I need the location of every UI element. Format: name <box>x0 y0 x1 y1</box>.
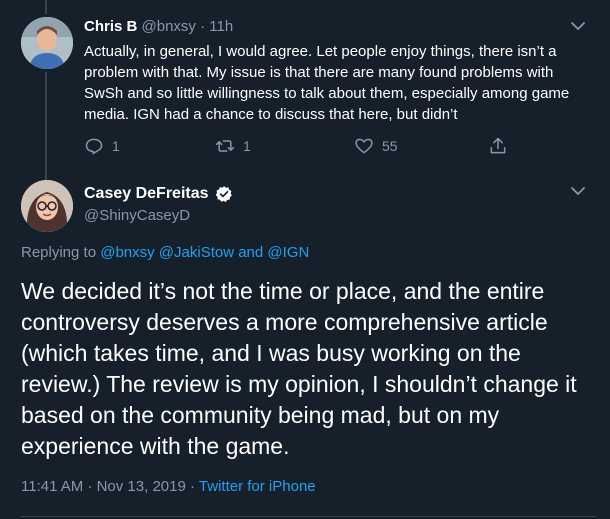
tweet1-header: Chris B @bnxsy · 11h <box>84 17 233 37</box>
tweet2-author-name[interactable]: Casey DeFreitas <box>84 184 209 204</box>
chevron-down-icon[interactable] <box>569 17 587 35</box>
thread-line-top <box>45 0 47 14</box>
retweet-count: 1 <box>243 138 251 154</box>
replying-to-and: and <box>238 244 264 261</box>
reply-icon <box>85 138 103 155</box>
tweet2-timestamp[interactable]: 11:41 AM · Nov 13, 2019 · <box>21 478 195 495</box>
reply-button[interactable]: 1 <box>84 136 120 156</box>
tweet1-author-name[interactable]: Chris B <box>84 18 137 35</box>
avatar-chris-b[interactable] <box>21 17 73 69</box>
tweet1-text: Actually, in general, I would agree. Let… <box>84 43 570 123</box>
divider <box>21 516 596 517</box>
reply-count: 1 <box>112 138 120 154</box>
like-button[interactable]: 55 <box>354 136 398 156</box>
tweet2-meta: 11:41 AM · Nov 13, 2019 · Twitter for iP… <box>21 477 316 497</box>
replying-to-line: Replying to @bnxsy @JakiStow and @IGN <box>21 243 309 263</box>
retweet-button[interactable]: 1 <box>215 136 251 156</box>
tweet1-time[interactable]: 11h <box>209 18 233 35</box>
share-button[interactable] <box>488 136 508 156</box>
tweet1-author-handle[interactable]: @bnxsy <box>142 18 196 35</box>
tweet2-source[interactable]: Twitter for iPhone <box>199 478 316 495</box>
replying-to-users[interactable]: @bnxsy @JakiStow <box>100 244 234 261</box>
tweet2-text: We decided it’s not the time or place, a… <box>21 278 577 459</box>
verified-badge-icon <box>215 186 232 202</box>
thread-line-connector <box>45 72 47 180</box>
replying-to-label: Replying to <box>21 244 97 261</box>
like-count: 55 <box>382 138 398 154</box>
retweet-icon <box>215 140 235 152</box>
tweet2-author-handle[interactable]: @ShinyCaseyD <box>84 206 190 226</box>
share-icon <box>490 137 506 154</box>
replying-to-ign[interactable]: @IGN <box>267 244 309 261</box>
chevron-down-icon[interactable] <box>569 182 587 200</box>
tweet1-dot: · <box>200 18 206 35</box>
heart-icon <box>355 138 373 154</box>
avatar-casey-defreitas[interactable] <box>21 180 73 232</box>
tweet2-author-name-row: Casey DeFreitas <box>84 184 233 204</box>
